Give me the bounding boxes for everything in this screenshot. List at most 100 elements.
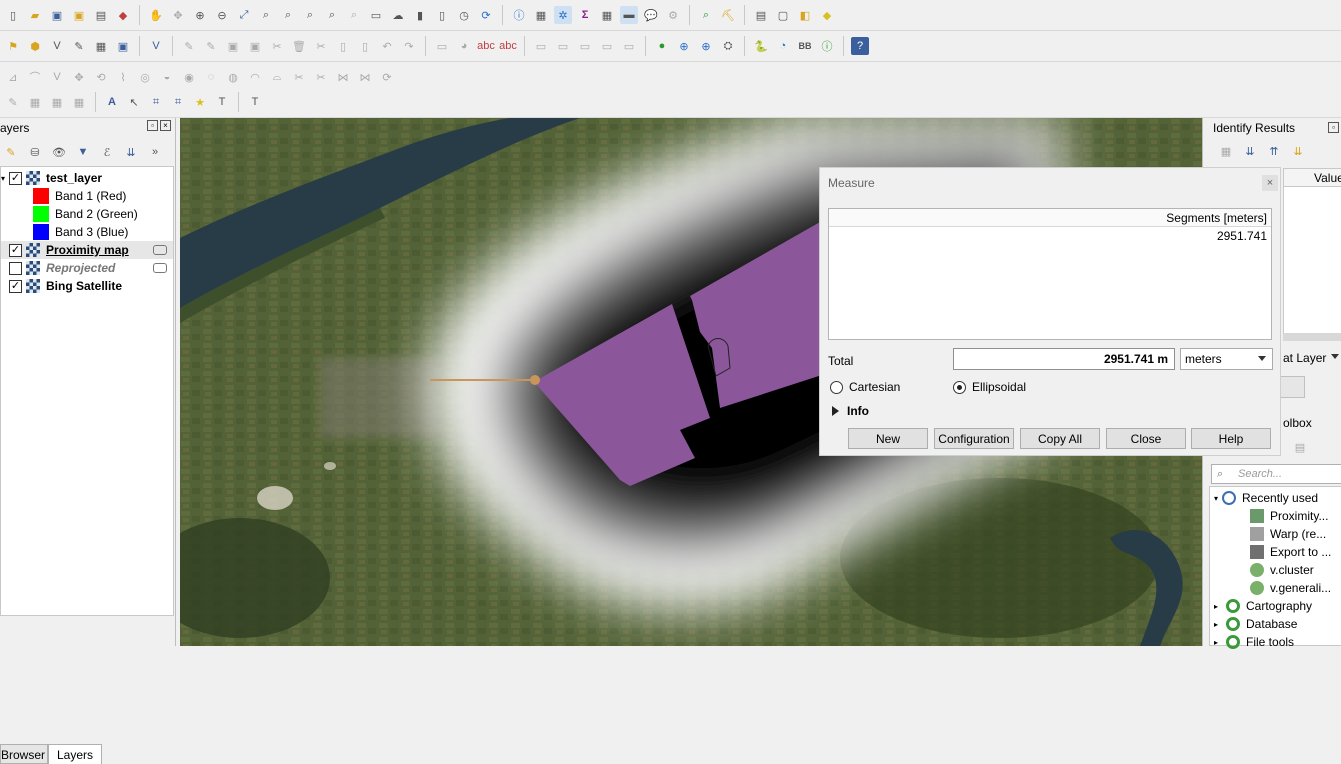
v-icon[interactable]: V <box>48 68 66 86</box>
group-database[interactable]: ▸ Database <box>1214 615 1297 633</box>
collapse-arrow-icon[interactable]: ▾ <box>1 174 9 183</box>
show-bookmarks-icon[interactable]: ▯ <box>433 6 451 24</box>
split-parts-icon[interactable]: ✂ <box>312 68 330 86</box>
delete-ring-icon[interactable]: ◌ <box>202 68 220 86</box>
float-panel-icon[interactable]: ▫ <box>147 120 158 131</box>
bb-plugin-icon[interactable]: BB <box>796 37 814 55</box>
new-project-icon[interactable]: ▯ <box>4 6 22 24</box>
algorithm-export[interactable]: Export to ... <box>1250 543 1331 561</box>
group-recently-used[interactable]: ▾ Recently used <box>1214 489 1318 507</box>
more-icon[interactable]: » <box>146 143 164 161</box>
measure-icon[interactable]: ▬ <box>620 6 638 24</box>
radio-indicator[interactable] <box>830 380 843 394</box>
new-geopackage-icon[interactable]: ⬢ <box>26 37 44 55</box>
new-virtual-layer-icon[interactable]: ▣ <box>114 37 132 55</box>
algorithm-v-cluster[interactable]: v.cluster <box>1250 561 1314 579</box>
processing-icon[interactable]: ◔ <box>774 37 792 55</box>
label-show-icon[interactable]: ▭ <box>598 37 616 55</box>
label-pin-icon[interactable]: abc <box>477 37 495 55</box>
processing-search-input[interactable]: Search... <box>1211 464 1341 484</box>
digitizing-icon[interactable]: ⊿ <box>4 68 22 86</box>
select-by-value-icon[interactable]: ▤ <box>752 6 770 24</box>
select-arrow-icon[interactable]: ↖ <box>125 93 143 111</box>
filter-icon[interactable]: ▼ <box>74 143 92 161</box>
transform-tool-icon[interactable]: ⌗ <box>169 93 187 111</box>
zoom-native-icon[interactable]: ⌕ <box>301 6 319 24</box>
zoom-in-icon[interactable]: ⊕ <box>191 6 209 24</box>
style-manager-icon[interactable]: ◆ <box>114 6 132 24</box>
plugin-info-icon[interactable]: ⓘ <box>818 37 836 55</box>
reshape-icon[interactable]: ◠ <box>246 68 264 86</box>
layer-checkbox[interactable]: ✓ <box>9 279 22 293</box>
zoom-full-icon[interactable]: ⤢ <box>235 6 253 24</box>
radio-indicator[interactable] <box>953 380 966 394</box>
close-dialog-icon[interactable]: × <box>1262 175 1278 191</box>
statistics-icon[interactable]: Σ <box>576 6 594 24</box>
filter-expression-icon[interactable]: ℰ <box>98 143 116 161</box>
layout-text-icon[interactable]: T <box>246 93 264 111</box>
node-tool-icon[interactable]: ⌗ <box>147 93 165 111</box>
segment-row[interactable]: 2951.741 <box>829 227 1271 243</box>
label-tool-icon[interactable]: ▭ <box>433 37 451 55</box>
configuration-button[interactable]: Configuration <box>934 428 1014 449</box>
fill-ring-icon[interactable]: ◉ <box>180 68 198 86</box>
expand-icon[interactable]: ⇊ <box>1241 142 1259 160</box>
toolbox-history-icon[interactable]: ▤ <box>1291 438 1309 456</box>
group-cartography[interactable]: ▸ Cartography <box>1214 597 1312 615</box>
help-icon[interactable]: ? <box>851 37 869 55</box>
text-annotation-icon[interactable]: A <box>103 93 121 111</box>
split-features-icon[interactable]: ✂ <box>290 68 308 86</box>
diagram-icon[interactable]: ◕ <box>455 37 473 55</box>
settings-icon[interactable]: ✲ <box>554 6 572 24</box>
toggle-editing-icon[interactable]: ✎ <box>202 37 220 55</box>
new-map-view-icon[interactable]: ▭ <box>367 6 385 24</box>
pan-to-selection-icon[interactable]: ✥ <box>169 6 187 24</box>
layer-item-test-layer[interactable]: ▾ ✓ test_layer <box>1 169 173 187</box>
view-dropdown[interactable] <box>1279 376 1305 398</box>
layer-item-proximity-map[interactable]: ✓ Proximity map <box>1 241 173 259</box>
select-features-icon[interactable]: ⛏ <box>719 6 737 24</box>
edits-icon[interactable]: ✎ <box>180 37 198 55</box>
layer-checkbox[interactable]: ✓ <box>9 243 22 257</box>
attribute-form-icon[interactable]: ▦ <box>70 93 88 111</box>
table-edit-icon[interactable]: ▦ <box>26 93 44 111</box>
simplify-icon[interactable]: ⌇ <box>114 68 132 86</box>
deselect-layer-icon[interactable]: ◧ <box>796 6 814 24</box>
new-spatialite-icon[interactable]: ✎ <box>70 37 88 55</box>
expand-new-icon[interactable]: ⇊ <box>1289 142 1307 160</box>
copy-all-button[interactable]: Copy All <box>1020 428 1100 449</box>
redo-icon[interactable]: ↷ <box>400 37 418 55</box>
globe-search-icon[interactable]: ⊕ <box>675 37 693 55</box>
new-button[interactable]: New <box>848 428 928 449</box>
locator-icon[interactable]: ⌕ <box>697 6 715 24</box>
gps-icon[interactable]: ⛭ <box>719 37 737 55</box>
save-project-icon[interactable]: ▣ <box>48 6 66 24</box>
save-as-icon[interactable]: ▣ <box>70 6 88 24</box>
add-ring-icon[interactable]: ◎ <box>136 68 154 86</box>
georeferencer-icon[interactable]: ● <box>653 37 671 55</box>
info-section-toggle[interactable]: Info <box>832 404 869 418</box>
field-calc-icon[interactable]: ▦ <box>48 93 66 111</box>
zoom-layer-icon[interactable]: ⌕ <box>279 6 297 24</box>
temporal-icon[interactable]: ◷ <box>455 6 473 24</box>
layer-checkbox[interactable] <box>9 261 22 275</box>
text-tool-icon[interactable]: T <box>213 93 231 111</box>
close-button[interactable]: Close <box>1106 428 1186 449</box>
layer-checkbox[interactable]: ✓ <box>9 171 22 185</box>
curve-icon[interactable]: ⌒ <box>26 68 44 86</box>
merge-attributes-icon[interactable]: ⋈ <box>356 68 374 86</box>
identify-icon[interactable]: ⓘ <box>510 6 528 24</box>
tab-browser[interactable]: Browser <box>0 744 48 764</box>
value-column-header[interactable]: Value <box>1284 169 1341 187</box>
zoom-selection-icon[interactable]: ⌕ <box>257 6 275 24</box>
expand-all-icon[interactable]: ⇊ <box>122 143 140 161</box>
attribute-table-icon[interactable]: ▦ <box>532 6 550 24</box>
help-button[interactable]: Help <box>1191 428 1271 449</box>
print-layout-icon[interactable]: ▤ <box>92 6 110 24</box>
expand-arrow-icon[interactable]: ▾ <box>1214 494 1218 503</box>
layer-item-reprojected[interactable]: Reprojected <box>1 259 173 277</box>
temporary-layer-icon[interactable] <box>153 263 167 273</box>
manage-visibility-icon[interactable]: 👁 <box>50 143 68 161</box>
tab-layers[interactable]: Layers <box>48 744 103 764</box>
expand-arrow-icon[interactable]: ▸ <box>1214 638 1218 647</box>
